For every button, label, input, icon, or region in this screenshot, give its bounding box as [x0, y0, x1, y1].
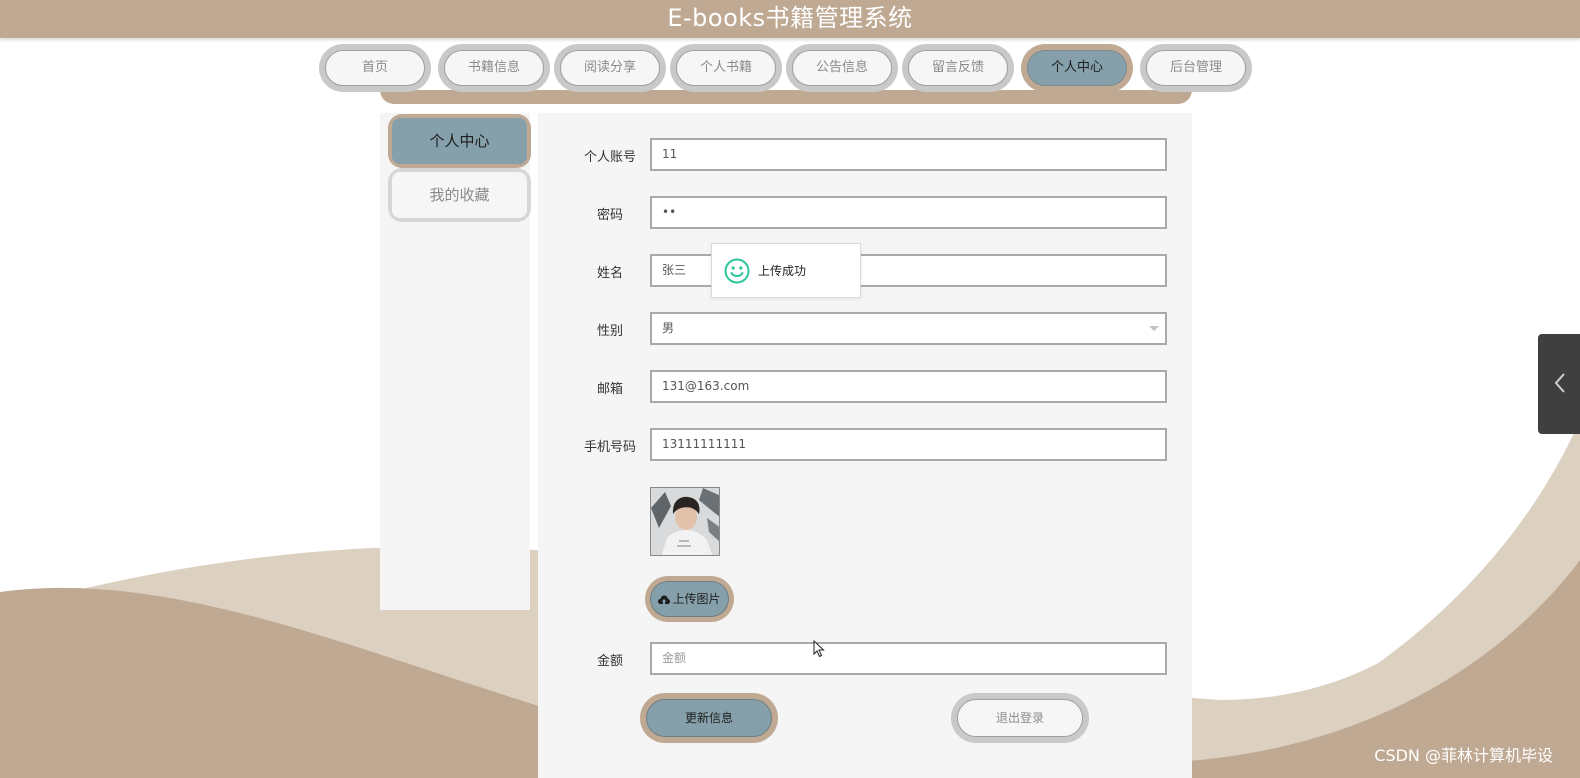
- side-toggle-tab[interactable]: [1538, 334, 1580, 434]
- upload-image-button[interactable]: 上传图片: [645, 576, 734, 622]
- nav-item-label: 后台管理: [1146, 50, 1246, 86]
- nav-item-feedback[interactable]: 留言反馈: [902, 44, 1014, 92]
- chevron-left-icon: [1554, 373, 1565, 393]
- amount-label: 金额: [596, 654, 623, 669]
- title-bar: E-books书籍管理系统: [0, 0, 1580, 38]
- email-label: 邮箱: [596, 382, 623, 397]
- nav-item-label: 公告信息: [792, 50, 892, 86]
- password-input[interactable]: ••: [650, 196, 1167, 229]
- nav-item-home[interactable]: 首页: [319, 44, 431, 92]
- nav-item-label: 首页: [325, 50, 425, 86]
- avatar-image: [650, 487, 720, 556]
- smile-icon: [724, 258, 750, 284]
- nav-item-personal-books[interactable]: 个人书籍: [670, 44, 782, 92]
- upload-button-label: 上传图片: [672, 592, 721, 606]
- nav-item-label: 个人中心: [1027, 50, 1127, 86]
- sidebar: 个人中心 我的收藏: [380, 113, 531, 610]
- mouse-cursor-icon: [813, 640, 825, 658]
- nav-item-personal-center[interactable]: 个人中心: [1021, 44, 1133, 92]
- sidebar-item-label: 个人中心: [392, 118, 527, 164]
- account-input[interactable]: 11: [650, 138, 1167, 171]
- gender-label: 性别: [596, 324, 623, 339]
- main-nav: 首页 书籍信息 阅读分享 个人书籍 公告信息 留言反馈 个人中心 后台管理: [319, 44, 1261, 92]
- account-label: 个人账号: [583, 150, 636, 165]
- nav-item-announcements[interactable]: 公告信息: [786, 44, 898, 92]
- nav-item-reading-share[interactable]: 阅读分享: [554, 44, 666, 92]
- watermark: CSDN @菲林计算机毕设: [1374, 746, 1553, 765]
- sidebar-item-favorites[interactable]: 我的收藏: [388, 168, 531, 222]
- name-label: 姓名: [596, 266, 623, 281]
- logout-button-label: 退出登录: [957, 699, 1083, 737]
- nav-underline: [380, 90, 1192, 104]
- toast-message: 上传成功: [758, 264, 807, 278]
- nav-item-label: 阅读分享: [560, 50, 660, 86]
- nav-item-books[interactable]: 书籍信息: [438, 44, 550, 92]
- nav-item-label: 个人书籍: [676, 50, 776, 86]
- gender-value: 男: [662, 321, 675, 335]
- phone-input[interactable]: 13111111111: [650, 428, 1167, 461]
- upload-success-toast: 上传成功: [711, 243, 861, 298]
- password-label: 密码: [596, 208, 623, 223]
- sidebar-item-label: 我的收藏: [392, 172, 527, 218]
- nav-item-admin[interactable]: 后台管理: [1140, 44, 1252, 92]
- amount-input[interactable]: 金额: [650, 642, 1167, 675]
- app-title: E-books书籍管理系统: [667, 4, 913, 32]
- cloud-upload-icon: [658, 595, 671, 604]
- sidebar-item-personal-center[interactable]: 个人中心: [388, 114, 531, 168]
- update-info-button[interactable]: 更新信息: [640, 693, 778, 743]
- logout-button[interactable]: 退出登录: [951, 693, 1089, 743]
- email-input[interactable]: 131@163.com: [650, 370, 1167, 403]
- phone-label: 手机号码: [583, 440, 636, 455]
- gender-select[interactable]: 男: [650, 312, 1167, 345]
- profile-form: 个人账号 11 密码 •• 姓名 张三 性别 男 邮箱 131@163.com …: [538, 113, 1192, 778]
- chevron-down-icon: [1149, 326, 1159, 331]
- nav-item-label: 书籍信息: [444, 50, 544, 86]
- update-button-label: 更新信息: [646, 699, 772, 737]
- nav-item-label: 留言反馈: [908, 50, 1008, 86]
